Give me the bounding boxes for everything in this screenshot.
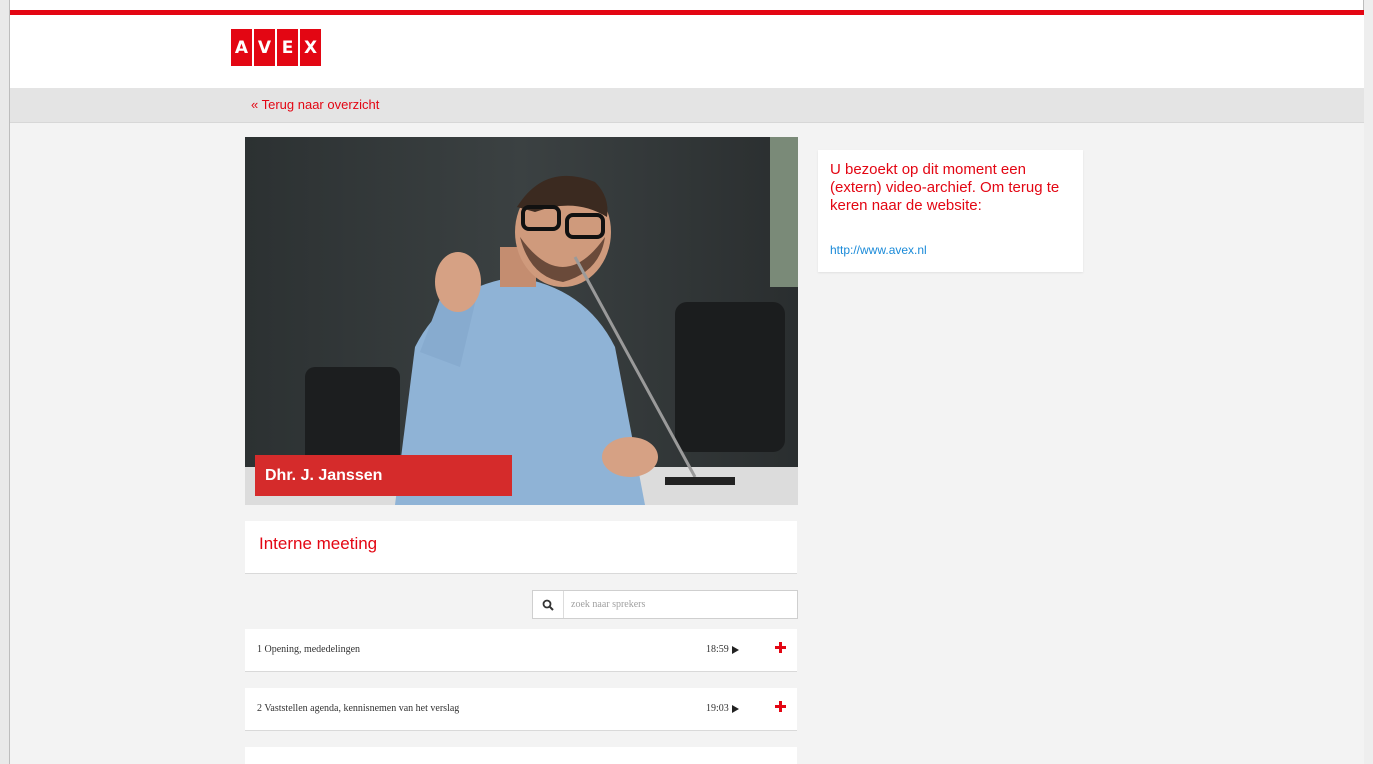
play-icon bbox=[731, 704, 739, 713]
expand-plus-icon[interactable] bbox=[775, 701, 786, 712]
page: A V E X « Terug naar overzicht Dhr. J. J… bbox=[10, 10, 1364, 764]
expand-plus-icon[interactable] bbox=[775, 642, 786, 653]
speaker-name: Dhr. J. Janssen bbox=[265, 466, 383, 484]
external-archive-notice: U bezoekt op dit moment een (extern) vid… bbox=[818, 150, 1083, 272]
agenda-time-text: 18:59 bbox=[706, 644, 729, 655]
logo-letter-x: X bbox=[300, 29, 321, 66]
back-to-overview-link[interactable]: « Terug naar overzicht bbox=[251, 97, 379, 112]
agenda-item[interactable] bbox=[245, 747, 797, 764]
agenda-item-label: 1 Opening, mededelingen bbox=[257, 644, 361, 655]
agenda-time-text: 19:03 bbox=[706, 703, 729, 714]
search-input[interactable] bbox=[564, 592, 797, 617]
right-frame-edge bbox=[1363, 0, 1373, 764]
notice-text: U bezoekt op dit moment een (extern) vid… bbox=[830, 161, 1060, 214]
agenda-item[interactable]: 1 Opening, mededelingen 18:59 bbox=[245, 629, 797, 672]
avex-logo[interactable]: A V E X bbox=[231, 29, 321, 66]
meeting-title-box: Interne meeting bbox=[245, 521, 797, 574]
search-icon bbox=[542, 599, 554, 611]
search-button[interactable] bbox=[533, 591, 564, 618]
left-frame-edge bbox=[0, 0, 10, 764]
website-link[interactable]: http://www.avex.nl bbox=[830, 243, 927, 257]
play-icon bbox=[731, 645, 739, 654]
agenda-item[interactable]: 2 Vaststellen agenda, kennisnemen van he… bbox=[245, 688, 797, 731]
nav-bar: « Terug naar overzicht bbox=[10, 88, 1364, 123]
agenda-item-label: 2 Vaststellen agenda, kennisnemen van he… bbox=[257, 703, 460, 714]
meeting-title: Interne meeting bbox=[259, 534, 378, 553]
logo-letter-a: A bbox=[231, 29, 252, 66]
video-player[interactable]: Dhr. J. Janssen bbox=[245, 137, 798, 505]
agenda-item-time[interactable]: 19:03 bbox=[706, 703, 739, 714]
speaker-video-frame bbox=[245, 137, 798, 505]
header: A V E X bbox=[10, 15, 1364, 88]
speaker-name-banner: Dhr. J. Janssen bbox=[255, 455, 512, 496]
agenda-item-time[interactable]: 18:59 bbox=[706, 644, 739, 655]
logo-letter-e: E bbox=[277, 29, 298, 66]
speaker-search bbox=[532, 590, 798, 619]
logo-letter-v: V bbox=[254, 29, 275, 66]
